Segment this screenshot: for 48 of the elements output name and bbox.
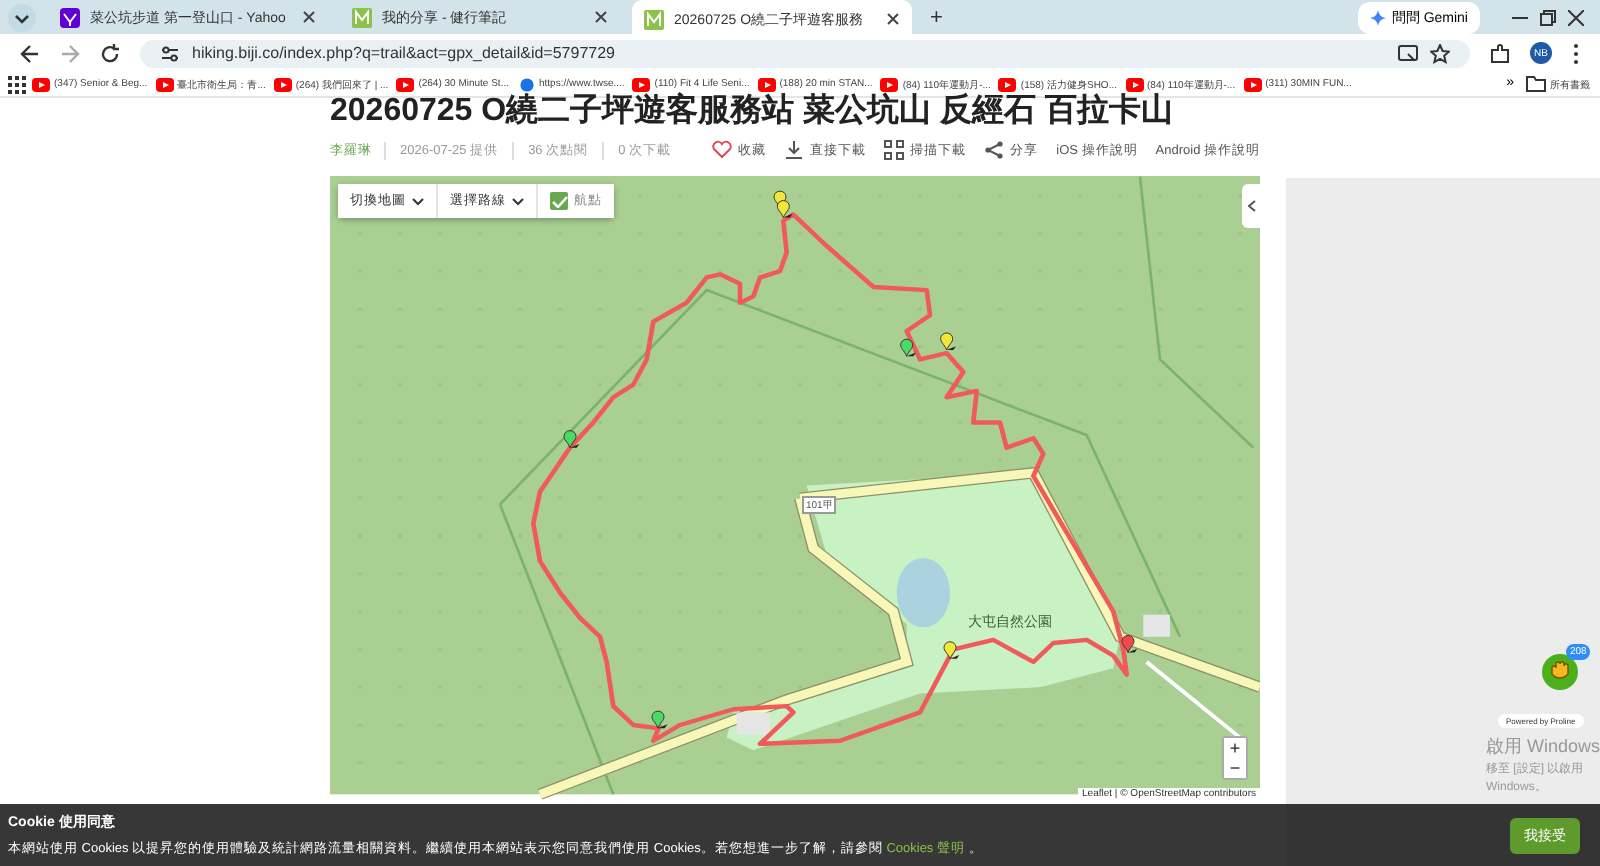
- activation-title: 啟用 Windows: [1486, 734, 1600, 760]
- tab-list-icon[interactable]: [8, 3, 36, 31]
- close-icon[interactable]: [886, 12, 900, 26]
- caret-icon: [512, 197, 524, 205]
- close-icon[interactable]: [594, 10, 608, 24]
- more-icon[interactable]: [1572, 41, 1580, 65]
- collapse-panel-button[interactable]: [1242, 184, 1260, 228]
- chevron-icon: [1247, 200, 1255, 212]
- page-title: 20260725 O繞二子坪遊客服務站 菜公坑山 反經石 百拉卡山: [330, 94, 1175, 130]
- play-icon: [998, 77, 1017, 91]
- back-icon[interactable]: [20, 43, 40, 63]
- hand-icon: [1548, 660, 1572, 684]
- reload-icon[interactable]: [100, 43, 120, 63]
- heart-icon: [712, 140, 733, 160]
- share-icon: [984, 140, 1005, 160]
- play-icon: [880, 77, 899, 91]
- caret-icon: [412, 197, 424, 205]
- sparkle-icon: [1369, 9, 1386, 25]
- play-icon: [1243, 77, 1262, 91]
- cast-icon[interactable]: [1398, 43, 1418, 63]
- favicon-icon: [352, 7, 372, 27]
- star-icon[interactable]: [1430, 43, 1450, 63]
- zoom-in-button[interactable]: +: [1224, 738, 1246, 758]
- extensions-icon[interactable]: [1490, 43, 1510, 63]
- favicon-icon: [60, 7, 80, 27]
- play-icon: [757, 77, 776, 91]
- close-icon[interactable]: [1568, 9, 1584, 25]
- favicon-icon: [644, 9, 664, 29]
- play-icon: [632, 77, 651, 91]
- restore-icon[interactable]: [1540, 9, 1556, 25]
- trail-map-drawing[interactable]: [330, 176, 1260, 800]
- site-settings-icon: [160, 43, 180, 63]
- new-tab-button[interactable]: +: [924, 5, 949, 29]
- play-icon: [396, 77, 415, 91]
- play-icon: [32, 77, 50, 91]
- address-bar[interactable]: hiking.biji.co/index.php?q=trail&act=gpx_detail&id=5797729: [140, 39, 1470, 67]
- chat-button[interactable]: [1542, 654, 1578, 690]
- check-icon: [551, 195, 567, 207]
- folder-icon: [1526, 76, 1546, 92]
- waypoint-checkbox[interactable]: [550, 192, 568, 210]
- globe-icon: [517, 77, 535, 91]
- play-icon: [273, 77, 292, 91]
- play-icon: [1125, 77, 1143, 91]
- play-icon: [155, 77, 174, 91]
- apps-icon[interactable]: [8, 75, 26, 93]
- close-icon[interactable]: [302, 10, 316, 24]
- qr-code-icon: [884, 140, 905, 160]
- download-icon: [784, 140, 805, 160]
